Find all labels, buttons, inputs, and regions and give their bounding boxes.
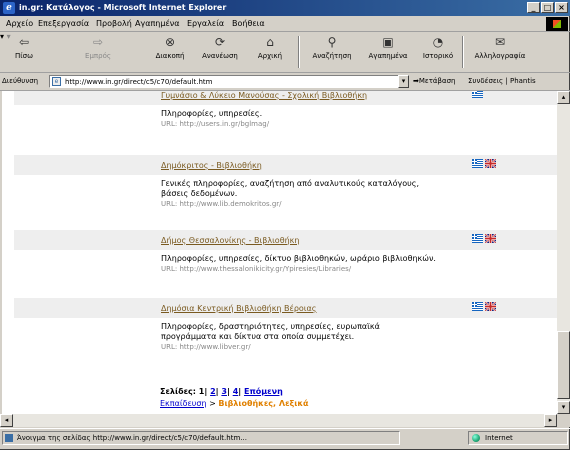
language-flags bbox=[472, 234, 496, 243]
page-loading-icon bbox=[5, 434, 13, 442]
scroll-thumb[interactable] bbox=[557, 331, 570, 399]
pagination-label: Σελίδες: bbox=[160, 387, 196, 396]
entry-title-link[interactable]: Δημόκριτος - Βιβλιοθήκη bbox=[161, 161, 262, 170]
entry-url: URL: http://www.lib.demokritos.gr/ bbox=[161, 200, 282, 208]
go-button[interactable]: ➡Μετάβαση bbox=[413, 77, 455, 85]
breadcrumb-parent-link[interactable]: Εκπαίδευση bbox=[160, 399, 207, 408]
greek-flag-icon[interactable] bbox=[472, 302, 483, 311]
horizontal-scrollbar[interactable]: ◂ ▸ bbox=[0, 414, 557, 427]
entry-description: Γενικές πληροφορίες, αναζήτηση από αναλυ… bbox=[161, 179, 436, 209]
uk-flag-icon[interactable] bbox=[485, 302, 496, 311]
scroll-up-button[interactable]: ▴ bbox=[557, 91, 570, 104]
scroll-left-button[interactable]: ◂ bbox=[0, 414, 13, 427]
stop-icon: ⊗ bbox=[164, 35, 176, 49]
language-flags bbox=[472, 91, 483, 98]
page-content: Γυμνάσιο & Λύκειο Μανούσας - Σχολική Βιβ… bbox=[2, 91, 557, 414]
entry-url: URL: http://www.libver.gr/ bbox=[161, 343, 251, 351]
history-icon: ◔ bbox=[432, 35, 444, 49]
toolbar: ⇦ Πίσω ▾ ⇨ Εμπρός ▾ ⊗ Διακοπή ⟳ Ανανέωση… bbox=[0, 32, 570, 73]
address-dropdown-button[interactable]: ▾ bbox=[398, 75, 409, 88]
forward-button[interactable]: ⇨ Εμπρός bbox=[80, 35, 116, 69]
menu-edit[interactable]: Επεξεργασία bbox=[38, 19, 89, 28]
menu-favorites[interactable]: Αγαπημένα bbox=[135, 19, 180, 28]
address-input[interactable]: e http://www.in.gr/direct/c5/c70/default… bbox=[49, 75, 407, 88]
uk-flag-icon[interactable] bbox=[485, 234, 496, 243]
stop-button[interactable]: ⊗ Διακοπή bbox=[150, 35, 190, 69]
page-icon: e bbox=[52, 77, 61, 86]
address-label: Διεύθυνση bbox=[2, 77, 39, 85]
current-page: 1 bbox=[198, 387, 205, 396]
status-bar: Άνοιγμα της σελίδας http://www.in.gr/dir… bbox=[0, 428, 570, 451]
history-button[interactable]: ◔ Ιστορικό bbox=[418, 35, 458, 69]
scroll-down-button[interactable]: ▾ bbox=[557, 401, 570, 414]
status-message: Άνοιγμα της σελίδας http://www.in.gr/dir… bbox=[2, 431, 400, 445]
maximize-button[interactable]: □ bbox=[541, 2, 554, 13]
back-button[interactable]: ⇦ Πίσω bbox=[6, 35, 42, 69]
home-button[interactable]: ⌂ Αρχική bbox=[252, 35, 288, 69]
vertical-scrollbar[interactable]: ▴ ▾ bbox=[557, 91, 570, 414]
entry-description: Πληροφορίες, υπηρεσίες. URL: http://user… bbox=[161, 109, 436, 129]
entry-header: Δημόσια Κεντρική Βιβλιοθήκη Βέροιας bbox=[14, 298, 557, 318]
back-dropdown-icon[interactable]: ▾ bbox=[0, 32, 4, 41]
mail-icon: ✉ bbox=[494, 35, 506, 49]
favorites-icon: ▣ bbox=[382, 35, 394, 49]
address-url: http://www.in.gr/direct/c5/c70/default.h… bbox=[65, 78, 213, 86]
page-link-3[interactable]: 3 bbox=[221, 387, 227, 396]
minimize-button[interactable]: _ bbox=[527, 2, 540, 13]
entry-url: URL: http://users.in.gr/bglmag/ bbox=[161, 120, 270, 128]
menu-bar: Αρχείο Επεξεργασία Προβολή Αγαπημένα Εργ… bbox=[0, 17, 570, 32]
security-zone: Internet bbox=[468, 431, 568, 445]
back-arrow-icon: ⇦ bbox=[18, 35, 30, 49]
window-title: in.gr: Κατάλογος - Microsoft Internet Ex… bbox=[19, 3, 227, 12]
breadcrumb-current: Βιβλιοθήκες, Λεξικά bbox=[218, 399, 309, 408]
entry-header: Δήμος Θεσσαλονίκης - Βιβλιοθήκη bbox=[14, 230, 557, 250]
links-toolbar[interactable]: Συνδέσεις | Phantis bbox=[468, 77, 536, 85]
menu-help[interactable]: Βοήθεια bbox=[232, 19, 265, 28]
close-button[interactable]: × bbox=[555, 2, 568, 13]
language-flags bbox=[472, 302, 496, 311]
mail-button[interactable]: ✉ Αλληλογραφία bbox=[470, 35, 530, 69]
toolbar-separator bbox=[298, 36, 300, 68]
toolbar-separator bbox=[462, 36, 464, 68]
menu-view[interactable]: Προβολή bbox=[96, 19, 132, 28]
menu-tools[interactable]: Εργαλεία bbox=[187, 19, 224, 28]
entry-header: Δημόκριτος - Βιβλιοθήκη bbox=[14, 155, 557, 175]
windows-logo-icon bbox=[546, 17, 568, 31]
home-icon: ⌂ bbox=[266, 35, 274, 49]
entry-url: URL: http://www.thessalonikicity.gr/Ypir… bbox=[161, 265, 352, 273]
search-icon: ⚲ bbox=[327, 35, 337, 49]
greek-flag-icon[interactable] bbox=[472, 159, 483, 168]
breadcrumb: Εκπαίδευση > Βιβλιοθήκες, Λεξικά bbox=[160, 399, 309, 408]
uk-flag-icon[interactable] bbox=[485, 159, 496, 168]
address-bar: Διεύθυνση e http://www.in.gr/direct/c5/c… bbox=[0, 73, 570, 91]
greek-flag-icon[interactable] bbox=[472, 91, 483, 98]
globe-icon bbox=[472, 434, 480, 442]
ie-logo-icon: e bbox=[3, 2, 15, 14]
page-link-4[interactable]: 4 bbox=[233, 387, 239, 396]
search-button[interactable]: ⚲ Αναζήτηση bbox=[306, 35, 358, 69]
entry-title-link[interactable]: Δήμος Θεσσαλονίκης - Βιβλιοθήκη bbox=[161, 236, 299, 245]
breadcrumb-separator: > bbox=[206, 399, 219, 408]
entry-description: Πληροφορίες, δραστηριότητες, υπηρεσίες, … bbox=[161, 322, 436, 352]
page-link-2[interactable]: 2 bbox=[210, 387, 216, 396]
entry-title-link[interactable]: Γυμνάσιο & Λύκειο Μανούσας - Σχολική Βιβ… bbox=[161, 91, 367, 100]
forward-arrow-icon: ⇨ bbox=[92, 35, 104, 49]
browser-window: e in.gr: Κατάλογος - Microsoft Internet … bbox=[0, 0, 570, 450]
refresh-icon: ⟳ bbox=[214, 35, 226, 49]
scroll-corner bbox=[557, 414, 570, 427]
title-bar: e in.gr: Κατάλογος - Microsoft Internet … bbox=[0, 0, 570, 16]
pagination: Σελίδες: 1| 2| 3| 4| Επόμενη bbox=[160, 387, 283, 396]
menu-file[interactable]: Αρχείο bbox=[6, 19, 33, 28]
greek-flag-icon[interactable] bbox=[472, 234, 483, 243]
phantis-link[interactable]: Phantis bbox=[510, 77, 536, 85]
favorites-button[interactable]: ▣ Αγαπημένα bbox=[364, 35, 412, 69]
entry-title-link[interactable]: Δημόσια Κεντρική Βιβλιοθήκη Βέροιας bbox=[161, 304, 316, 313]
entry-header: Γυμνάσιο & Λύκειο Μανούσας - Σχολική Βιβ… bbox=[14, 91, 557, 105]
scroll-right-button[interactable]: ▸ bbox=[544, 414, 557, 427]
next-page-link[interactable]: Επόμενη bbox=[244, 387, 283, 396]
language-flags bbox=[472, 159, 496, 168]
refresh-button[interactable]: ⟳ Ανανέωση bbox=[198, 35, 242, 69]
entry-description: Πληροφορίες, υπηρεσίες, δίκτυο βιβλιοθηκ… bbox=[161, 254, 436, 273]
